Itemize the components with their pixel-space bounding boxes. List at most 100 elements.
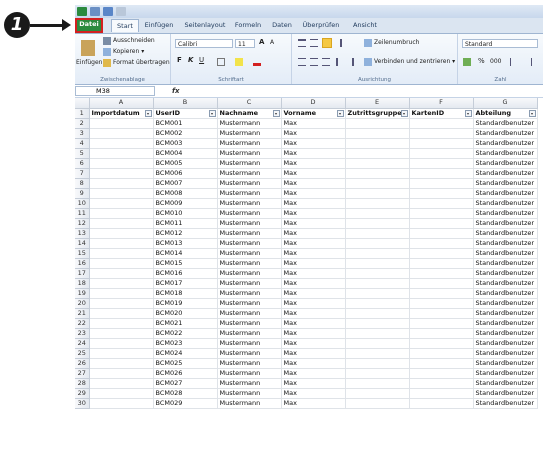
cell[interactable]: Mustermann — [217, 368, 282, 379]
cell[interactable]: Max — [281, 158, 346, 169]
cell[interactable] — [409, 298, 474, 309]
cell[interactable] — [89, 398, 154, 409]
row-number[interactable]: 15 — [75, 248, 90, 259]
row-number[interactable]: 30 — [75, 398, 90, 409]
row-number[interactable]: 24 — [75, 338, 90, 349]
column-header-b[interactable]: B — [153, 98, 218, 109]
cell[interactable]: BCM003 — [153, 138, 218, 149]
row-number[interactable]: 22 — [75, 318, 90, 329]
tab-review[interactable]: Überprüfen — [299, 19, 343, 32]
cell[interactable] — [89, 278, 154, 289]
cell[interactable]: Standardbenutzer — [473, 148, 538, 159]
row-number[interactable]: 16 — [75, 258, 90, 269]
cell[interactable]: BCM013 — [153, 238, 218, 249]
increase-decimal-icon[interactable] — [510, 58, 518, 66]
column-header-f[interactable]: F — [409, 98, 474, 109]
cell[interactable] — [409, 148, 474, 159]
cell[interactable]: Max — [281, 138, 346, 149]
cell[interactable] — [89, 138, 154, 149]
cell[interactable] — [89, 228, 154, 239]
row-number[interactable]: 9 — [75, 188, 90, 199]
cell[interactable]: Mustermann — [217, 118, 282, 129]
cell[interactable]: Mustermann — [217, 378, 282, 389]
cell[interactable]: Mustermann — [217, 318, 282, 329]
cell[interactable]: Standardbenutzer — [473, 128, 538, 139]
cell[interactable] — [89, 118, 154, 129]
cell[interactable] — [409, 208, 474, 219]
shrink-font-button[interactable]: A — [270, 39, 274, 46]
cell[interactable]: Mustermann — [217, 148, 282, 159]
fx-icon[interactable]: fx — [172, 85, 180, 97]
cell[interactable] — [409, 368, 474, 379]
wrap-text-icon[interactable] — [364, 39, 372, 47]
cell[interactable] — [345, 368, 410, 379]
filter-dropdown-icon[interactable]: ▾ — [528, 109, 536, 117]
align-left-icon[interactable] — [298, 58, 306, 66]
row-number[interactable]: 5 — [75, 148, 90, 159]
cell[interactable] — [345, 128, 410, 139]
cell[interactable] — [409, 348, 474, 359]
cell[interactable] — [409, 178, 474, 189]
cell[interactable] — [409, 278, 474, 289]
cell[interactable]: Max — [281, 318, 346, 329]
cell[interactable]: Max — [281, 148, 346, 159]
cell[interactable]: Standardbenutzer — [473, 348, 538, 359]
name-box[interactable]: M38 — [75, 86, 155, 96]
cell[interactable]: Standardbenutzer — [473, 288, 538, 299]
cell[interactable]: BCM009 — [153, 198, 218, 209]
cell[interactable] — [409, 308, 474, 319]
cell[interactable]: Max — [281, 278, 346, 289]
merge-center-icon[interactable] — [364, 58, 372, 66]
cell[interactable] — [409, 388, 474, 399]
tab-insert[interactable]: Einfügen — [141, 19, 177, 32]
cell[interactable] — [89, 328, 154, 339]
italic-button[interactable]: K — [188, 56, 193, 64]
cell[interactable] — [345, 188, 410, 199]
cell[interactable] — [89, 368, 154, 379]
cell[interactable] — [89, 388, 154, 399]
cell[interactable] — [409, 238, 474, 249]
cell[interactable]: Max — [281, 168, 346, 179]
cell[interactable] — [89, 298, 154, 309]
cell[interactable]: Mustermann — [217, 308, 282, 319]
cell[interactable]: Mustermann — [217, 178, 282, 189]
tab-formulas[interactable]: Formeln — [231, 19, 265, 32]
cell[interactable]: Max — [281, 248, 346, 259]
cell[interactable] — [89, 218, 154, 229]
cell[interactable]: Standardbenutzer — [473, 208, 538, 219]
row-number[interactable]: 3 — [75, 128, 90, 139]
merge-center-label[interactable]: Verbinden und zentrieren ▾ — [374, 58, 455, 65]
undo-icon[interactable] — [103, 7, 113, 16]
cell[interactable] — [345, 118, 410, 129]
cell[interactable]: BCM029 — [153, 398, 218, 409]
cell[interactable]: Mustermann — [217, 288, 282, 299]
cell[interactable] — [89, 308, 154, 319]
cell[interactable]: Standardbenutzer — [473, 198, 538, 209]
cell[interactable] — [409, 248, 474, 259]
cell[interactable]: Max — [281, 388, 346, 399]
cell[interactable]: Standardbenutzer — [473, 158, 538, 169]
cell[interactable] — [409, 228, 474, 239]
cell[interactable]: Mustermann — [217, 268, 282, 279]
save-icon[interactable] — [90, 7, 100, 16]
filter-dropdown-icon[interactable]: ▾ — [464, 109, 472, 117]
cell[interactable]: Standardbenutzer — [473, 178, 538, 189]
cell[interactable]: Standardbenutzer — [473, 248, 538, 259]
tab-start[interactable]: Start — [111, 19, 139, 32]
cell[interactable]: Standardbenutzer — [473, 278, 538, 289]
row-number[interactable]: 13 — [75, 228, 90, 239]
cell[interactable]: BCM027 — [153, 378, 218, 389]
row-number[interactable]: 28 — [75, 378, 90, 389]
decrease-decimal-icon[interactable] — [524, 58, 532, 66]
cell[interactable]: BCM016 — [153, 268, 218, 279]
cell[interactable]: Standardbenutzer — [473, 258, 538, 269]
cell[interactable] — [89, 178, 154, 189]
cell[interactable] — [409, 128, 474, 139]
cell[interactable] — [345, 398, 410, 409]
cell[interactable]: Max — [281, 258, 346, 269]
cell[interactable]: Standardbenutzer — [473, 298, 538, 309]
cell[interactable]: Max — [281, 198, 346, 209]
header-cell[interactable]: Abteilung ▾ — [473, 108, 538, 119]
column-header-c[interactable]: C — [217, 98, 282, 109]
cell[interactable]: BCM018 — [153, 288, 218, 299]
